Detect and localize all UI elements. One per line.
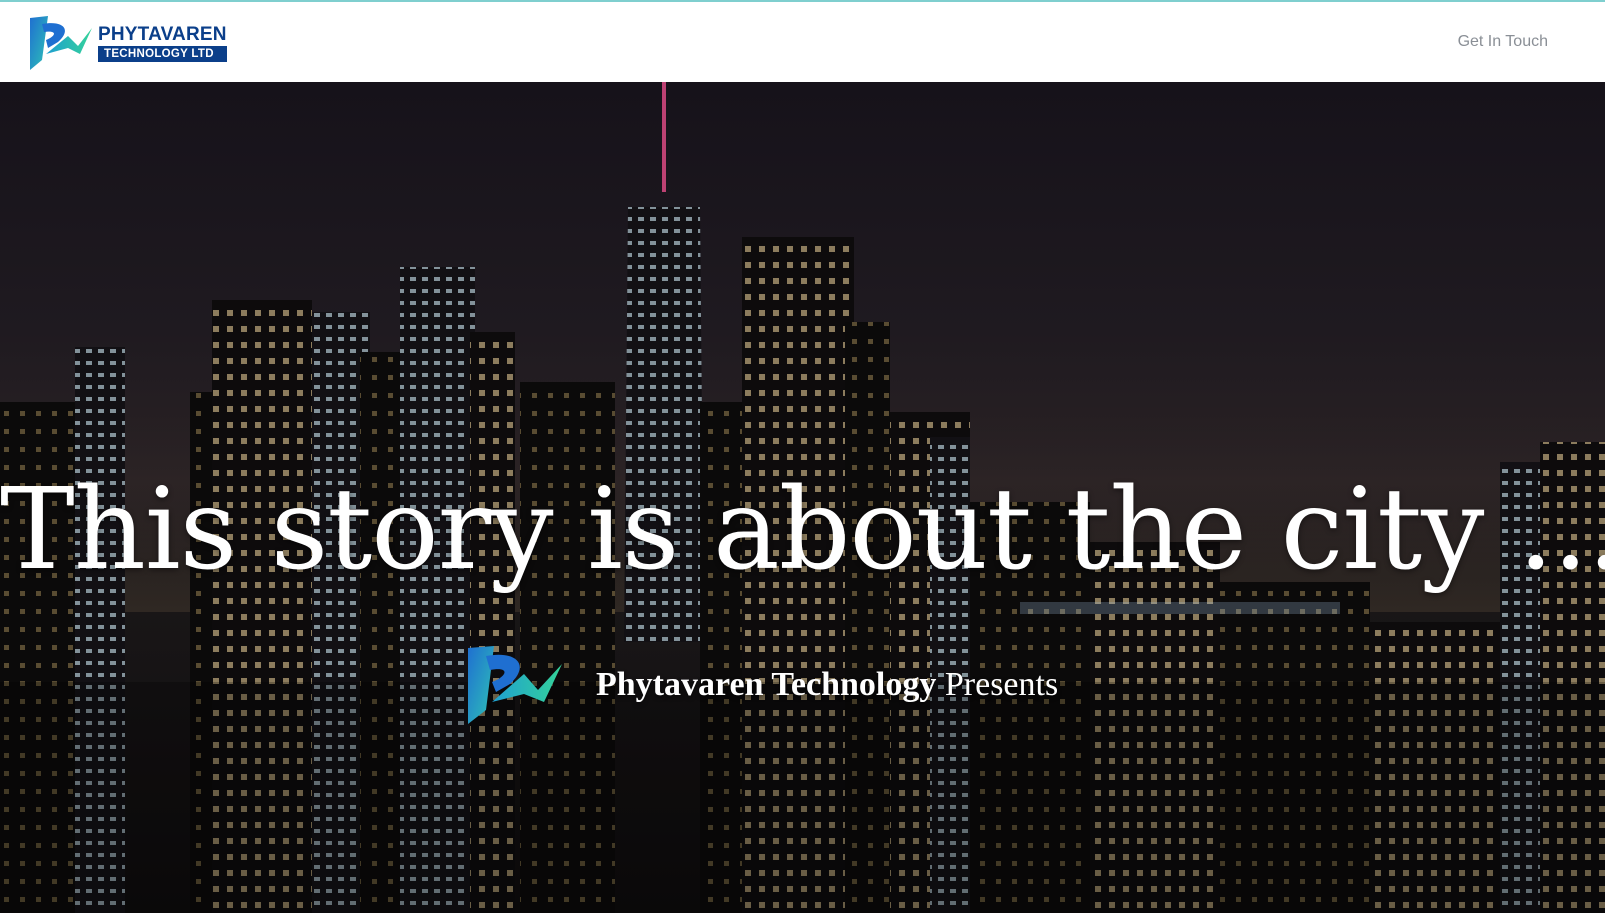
presents-text: Phytavaren Technology Presents [596, 666, 1058, 704]
presents-brand: Phytavaren Technology [596, 666, 937, 703]
hero-section: This story is about the city ... Phytava… [0, 82, 1605, 913]
presents-suffix: Presents [944, 666, 1059, 703]
hero-headline: This story is about the city ... [0, 465, 1605, 595]
get-in-touch-link[interactable]: Get In Touch [1458, 33, 1548, 51]
brand-logo[interactable]: PHYTAVAREN TECHNOLOGY LTD [28, 14, 228, 72]
presents-lockup: Phytavaren Technology Presents [466, 645, 1058, 725]
logo-subtitle: TECHNOLOGY LTD [98, 45, 227, 62]
site-header: PHYTAVAREN TECHNOLOGY LTD Get In Touch [0, 2, 1605, 82]
phytavaren-logo-icon [30, 16, 92, 70]
logo-name: PHYTAVAREN [98, 23, 227, 45]
phytavaren-logo-icon [468, 646, 562, 724]
